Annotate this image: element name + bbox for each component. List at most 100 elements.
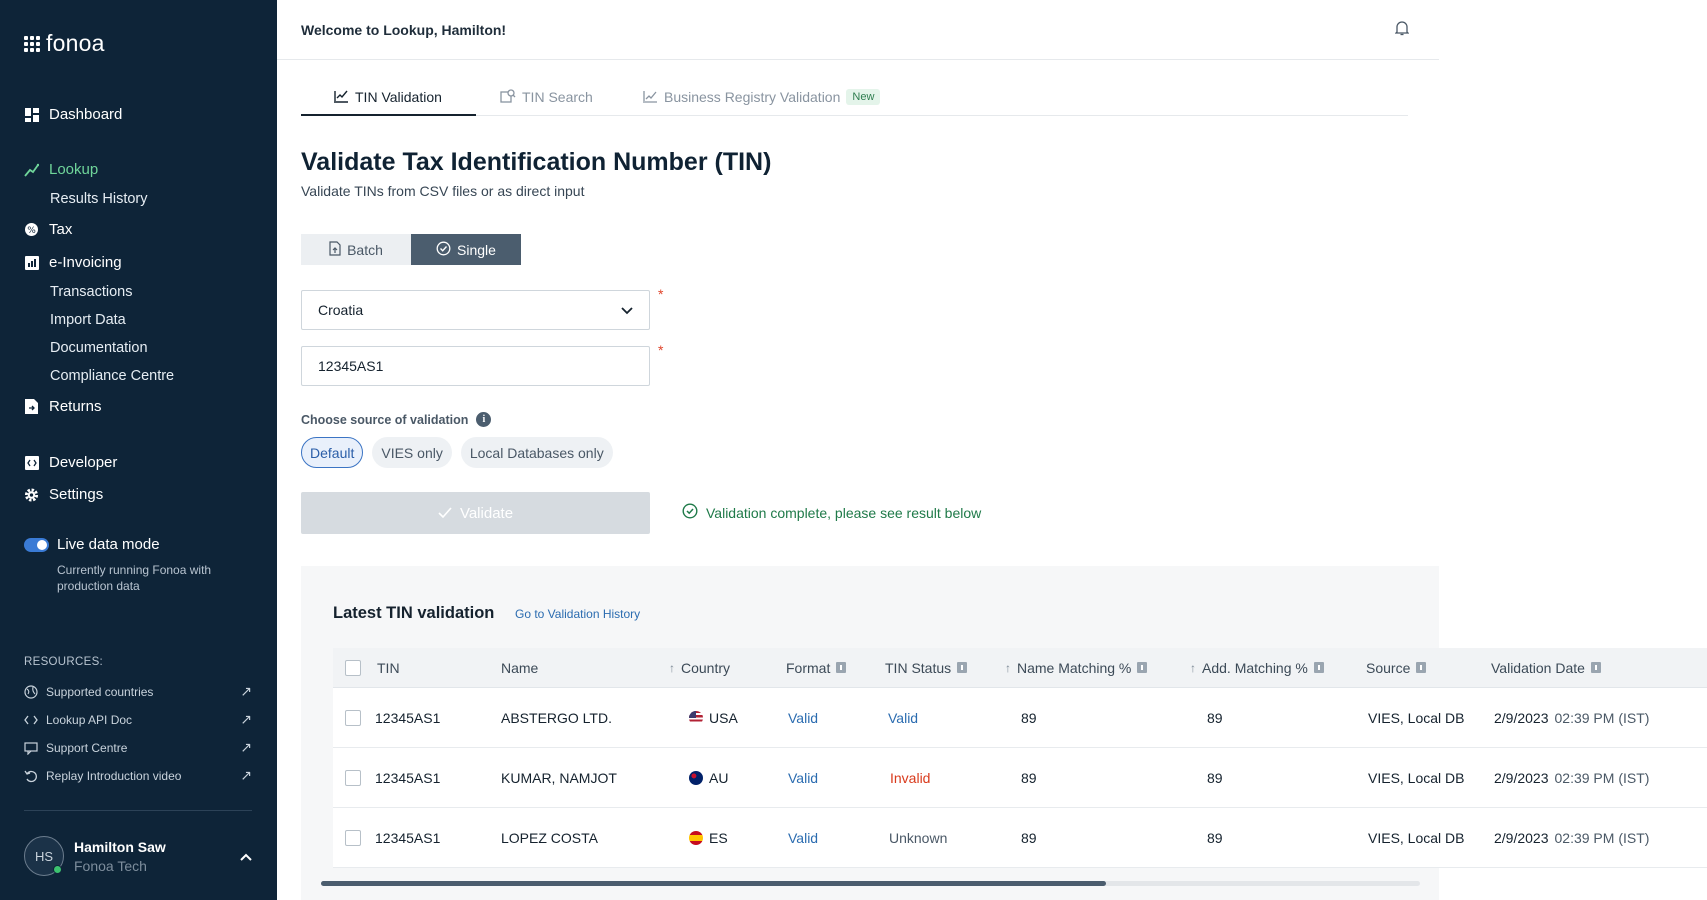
resource-support-centre[interactable]: Support Centre ↗ (24, 739, 252, 756)
column-header-source[interactable]: Source (1366, 648, 1427, 687)
fonoa-logo[interactable]: fonoa (24, 30, 105, 57)
sidebar-item-tax[interactable]: % Tax (24, 221, 72, 238)
live-data-toggle[interactable] (24, 537, 49, 552)
sidebar-item-compliance-centre[interactable]: Compliance Centre (50, 368, 174, 384)
tin-cell: 12345AS1 (375, 829, 441, 846)
table-horizontal-scrollbar[interactable] (321, 881, 1420, 886)
bell-icon[interactable] (1394, 20, 1410, 41)
info-icon[interactable] (836, 662, 847, 673)
chart-check-icon (333, 88, 349, 106)
row-checkbox[interactable] (345, 769, 361, 786)
user-menu[interactable]: HS Hamilton Saw Fonoa Tech (24, 836, 252, 876)
format-cell: Valid (788, 769, 819, 786)
column-header-country[interactable]: ↑ Country (669, 648, 730, 687)
column-header-tin-status[interactable]: TIN Status (885, 648, 968, 687)
source-cell: VIES, Local DB (1368, 769, 1465, 786)
source-cell: VIES, Local DB (1368, 829, 1465, 846)
info-icon[interactable] (1416, 662, 1427, 673)
replay-icon (24, 769, 40, 783)
tab-tin-validation[interactable]: TIN Validation (333, 88, 442, 106)
resource-supported-countries[interactable]: Supported countries ↗ (24, 683, 252, 700)
name-cell: ABSTERGO LTD. (501, 709, 612, 726)
validation-source-text: Choose source of validation (301, 412, 469, 427)
row-select-cell (345, 808, 361, 867)
info-icon[interactable] (957, 662, 968, 673)
sidebar-item-transactions[interactable]: Transactions (50, 284, 132, 300)
support-chat-icon (24, 741, 40, 755)
online-status-icon (53, 865, 62, 874)
sidebar-item-settings[interactable]: Settings (24, 486, 103, 503)
validate-button[interactable]: Validate (301, 492, 650, 534)
source-vies-only-chip[interactable]: VIES only (372, 437, 452, 468)
chevron-up-icon[interactable] (240, 849, 252, 864)
single-label: Single (457, 241, 496, 258)
column-header-name-matching[interactable]: ↑ Name Matching % (1005, 648, 1148, 687)
live-data-description: Currently running Fonoa with production … (57, 563, 212, 593)
table-row[interactable]: 12345AS1 KUMAR, NAMJOT AU Valid Invalid … (333, 748, 1707, 808)
tin-input[interactable] (301, 346, 650, 386)
table-row[interactable]: 12345AS1 ABSTERGO LTD. USA Valid Valid 8… (333, 688, 1707, 748)
country-select[interactable]: Croatia (301, 290, 650, 330)
validation-history-link[interactable]: Go to Validation History (515, 607, 640, 621)
au-flag-icon (689, 770, 703, 785)
info-icon[interactable] (1590, 662, 1601, 673)
column-label: Validation Date (1491, 659, 1585, 676)
info-icon[interactable]: i (476, 412, 492, 427)
time-text: 02:39 PM (IST) (1554, 769, 1650, 786)
resource-lookup-api-doc[interactable]: Lookup API Doc ↗ (24, 711, 252, 728)
row-checkbox[interactable] (345, 709, 361, 726)
single-button[interactable]: Single (411, 234, 521, 265)
us-flag-icon (689, 710, 703, 725)
column-header-format[interactable]: Format (786, 648, 847, 687)
table-row[interactable]: 12345AS1 LOPEZ COSTA ES Valid Unknown 89… (333, 808, 1707, 868)
user-name: Hamilton Saw (74, 838, 166, 855)
validation-date-cell: 2/9/2023 02:39 PM (IST) (1494, 688, 1649, 747)
resource-replay-intro-video[interactable]: Replay Introduction video ↗ (24, 767, 252, 784)
column-label: Source (1366, 659, 1411, 676)
external-link-icon: ↗ (240, 767, 252, 783)
select-all-checkbox[interactable] (345, 659, 361, 676)
column-header-validation-date[interactable]: Validation Date (1491, 648, 1601, 687)
sidebar-item-dashboard[interactable]: Dashboard (24, 106, 122, 123)
sort-arrow-icon: ↑ (669, 660, 675, 675)
validation-source-options: Default VIES only Local Databases only (301, 437, 613, 468)
resource-label: Lookup API Doc (46, 712, 133, 727)
sidebar-item-label: Lookup (49, 161, 99, 178)
external-link-icon: ↗ (240, 683, 252, 699)
resource-label: Replay Introduction video (46, 768, 182, 783)
sidebar-item-developer[interactable]: Developer (24, 454, 117, 471)
new-badge: New (846, 89, 881, 105)
sidebar-item-results-history[interactable]: Results History (50, 191, 148, 207)
source-default-chip[interactable]: Default (301, 437, 364, 468)
tax-icon: % (24, 222, 39, 237)
file-upload-icon (329, 240, 341, 259)
date-text: 2/9/2023 (1494, 709, 1549, 726)
info-icon[interactable] (1313, 662, 1324, 673)
add-matching-cell: 89 (1207, 769, 1223, 786)
scrollbar-thumb[interactable] (321, 881, 1106, 886)
column-header-name[interactable]: Name (501, 648, 538, 687)
row-checkbox[interactable] (345, 829, 361, 846)
sidebar-item-label: Settings (49, 486, 104, 503)
sidebar-item-documentation[interactable]: Documentation (50, 340, 148, 356)
name-cell: LOPEZ COSTA (501, 829, 598, 846)
tin-status-cell: Invalid (890, 769, 931, 786)
active-tab-indicator (301, 114, 476, 116)
source-local-db-only-chip[interactable]: Local Databases only (460, 437, 613, 468)
tab-tin-search[interactable]: TIN Search (500, 88, 593, 106)
svg-text:%: % (27, 226, 36, 236)
sidebar-item-import-data[interactable]: Import Data (50, 312, 126, 328)
batch-button[interactable]: Batch (301, 234, 411, 265)
column-header-add-matching[interactable]: ↑ Add. Matching % (1190, 648, 1324, 687)
sidebar-item-returns[interactable]: Returns (24, 398, 102, 415)
sort-arrow-icon: ↑ (1005, 660, 1011, 675)
column-label: Country (681, 659, 731, 676)
sidebar-item-lookup[interactable]: Lookup (24, 161, 98, 178)
table-header: TIN Name ↑ Country Format TIN Status ↑ Nam… (333, 648, 1707, 688)
tab-business-registry-validation[interactable]: Business Registry Validation New (642, 88, 881, 106)
column-header-tin[interactable]: TIN (377, 648, 400, 687)
name-cell: KUMAR, NAMJOT (501, 769, 617, 786)
resources-title: RESOURCES: (24, 656, 104, 668)
sidebar-item-e-invoicing[interactable]: e-Invoicing (24, 254, 122, 271)
info-icon[interactable] (1137, 662, 1148, 673)
